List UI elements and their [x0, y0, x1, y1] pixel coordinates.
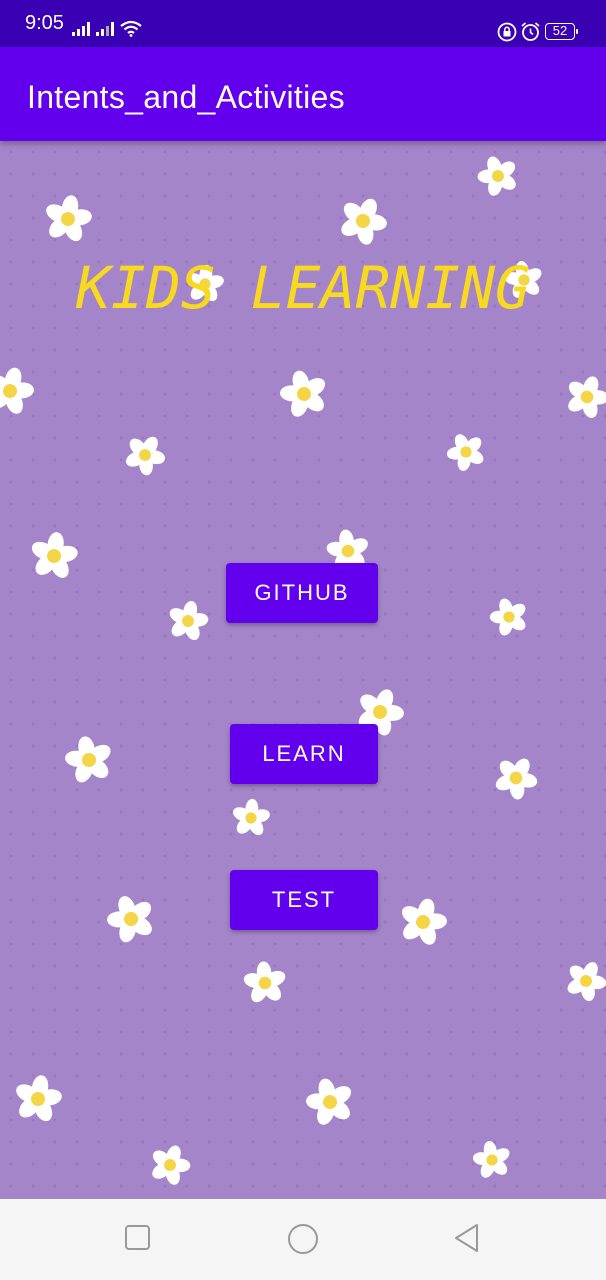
app-title: Intents_and_Activities — [27, 79, 345, 115]
recents-icon[interactable] — [124, 1223, 152, 1251]
lock-icon — [497, 22, 517, 42]
wifi-icon — [120, 20, 142, 37]
home-icon[interactable] — [287, 1223, 319, 1255]
back-icon[interactable] — [453, 1223, 481, 1253]
test-button[interactable]: TEST — [230, 870, 378, 930]
signal-icon — [72, 22, 90, 36]
battery-icon: 52 — [545, 23, 578, 40]
status-bar: 9:05 52 — [0, 0, 606, 47]
signal-icon — [96, 22, 114, 36]
main-content: KIDS LEARNING GITHUB LEARN TEST — [0, 141, 606, 1199]
learn-button[interactable]: LEARN — [230, 724, 378, 784]
kids-learning-title: KIDS LEARNING — [76, 254, 530, 322]
app-bar: Intents_and_Activities — [0, 47, 606, 141]
navigation-bar — [0, 1199, 606, 1280]
alarm-icon — [521, 22, 540, 41]
status-time: 9:05 — [25, 12, 64, 34]
battery-level: 52 — [552, 23, 568, 38]
github-button[interactable]: GITHUB — [226, 563, 378, 623]
